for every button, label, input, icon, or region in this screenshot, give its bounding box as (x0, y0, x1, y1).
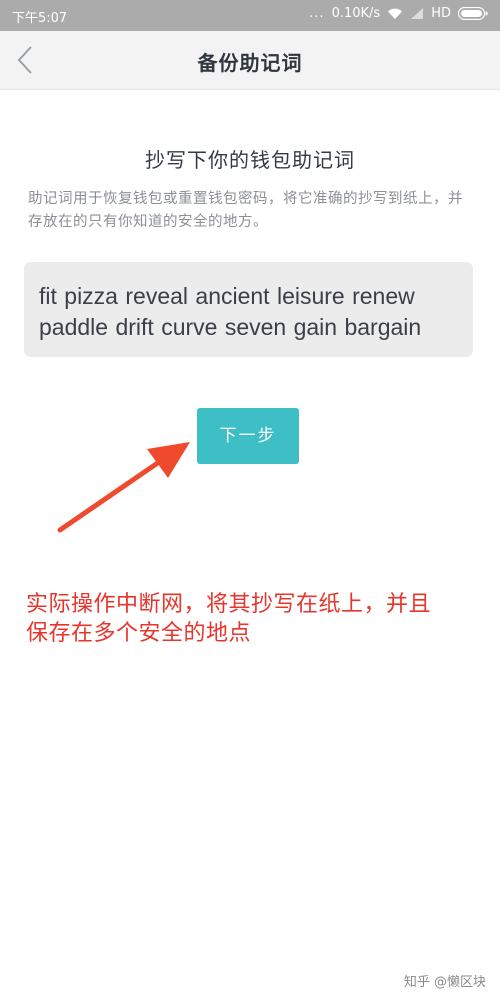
description-text: 助记词用于恢复钱包或重置钱包密码，将它准确的抄写到纸上，并存放在的只有你知道的安… (28, 191, 463, 230)
battery-icon (458, 7, 488, 20)
network-speed: 0.10K/s (331, 6, 381, 21)
annotation-arrow-icon (57, 442, 190, 533)
annotation-line-2: 保存在多个安全的地点 (26, 621, 252, 646)
mnemonic-line-1: fit pizza reveal ancient leisure renew (39, 283, 415, 309)
mnemonic-line-2: paddle drift curve seven gain bargain (39, 314, 422, 340)
status-dots: ... (309, 6, 325, 21)
wifi-icon (387, 7, 403, 20)
status-time: 下午5:07 (12, 11, 68, 26)
network-type: HD (431, 6, 451, 21)
status-bar: 下午5:07 ... 0.10K/s HD (0, 0, 500, 31)
watermark: 知乎 @懒区块 (403, 975, 486, 990)
section-title: 抄写下你的钱包助记词 (145, 148, 355, 172)
mnemonic-box: fit pizza reveal ancient leisure renew p… (24, 262, 473, 357)
page-title: 备份助记词 (197, 51, 303, 75)
next-step-button[interactable]: 下一步 (197, 408, 299, 464)
nav-bar: 备份助记词 (0, 31, 500, 90)
signal-icon (410, 7, 424, 20)
status-indicators: ... 0.10K/s HD (309, 6, 488, 21)
annotation-text: 实际操作中断网，将其抄写在纸上，并且 保存在多个安全的地点 (26, 590, 491, 648)
annotation-line-1: 实际操作中断网，将其抄写在纸上，并且 (26, 592, 432, 617)
